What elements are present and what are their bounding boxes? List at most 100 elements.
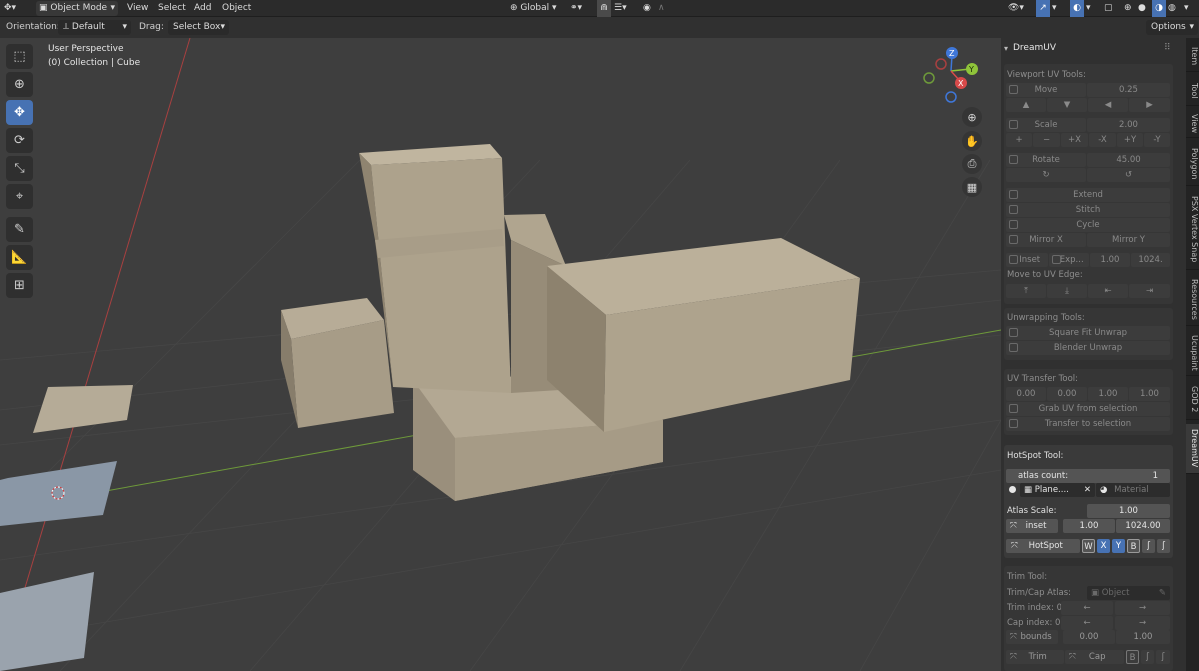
trim-curve-alt-icon[interactable]: ʃ <box>1156 650 1170 664</box>
curve-toggle-icon[interactable]: ʃ <box>1142 539 1155 553</box>
trim-button[interactable]: ⤧ Trim <box>1006 650 1064 664</box>
move-left-button[interactable]: ◀ <box>1088 98 1128 112</box>
snap-icon[interactable]: ⋒ <box>597 0 611 17</box>
pan-hand-icon[interactable]: ✋ <box>962 131 982 151</box>
edge-bottom-button[interactable]: ⤓ <box>1047 284 1087 298</box>
wireframe-shading-icon[interactable]: ⊕ <box>1124 0 1132 17</box>
menu-view[interactable]: View <box>127 0 148 17</box>
toggle-w[interactable]: W <box>1082 539 1095 553</box>
scale-plus-button[interactable]: + <box>1006 133 1032 147</box>
annotate-tool-icon[interactable]: ✎ <box>6 217 33 242</box>
stitch-button[interactable]: Stitch <box>1006 203 1170 217</box>
transfer-value-field[interactable]: 1.00 <box>1129 387 1170 401</box>
expand-value-field[interactable]: 1024. <box>1131 253 1170 267</box>
curve-alt-toggle-icon[interactable]: ʃ <box>1157 539 1170 553</box>
trim-toggle-b[interactable]: B <box>1126 650 1139 664</box>
add-cube-tool-icon[interactable]: ⊞ <box>6 273 33 298</box>
extend-button[interactable]: Extend <box>1006 188 1170 202</box>
transform-tool-icon[interactable]: ⌖ <box>6 184 33 209</box>
overlay-toggle-icon[interactable]: ◐ <box>1070 0 1084 17</box>
menu-object[interactable]: Object <box>222 0 251 17</box>
cap-index-prev[interactable]: ← <box>1061 616 1113 630</box>
edge-top-button[interactable]: ⤒ <box>1006 284 1046 298</box>
move-right-button[interactable]: ▶ <box>1129 98 1170 112</box>
transfer-value-field[interactable]: 0.00 <box>1047 387 1087 401</box>
scale-plus-y-button[interactable]: +Y <box>1117 133 1143 147</box>
drag-handle-icon[interactable]: ⠿ <box>1164 43 1171 53</box>
move-down-button[interactable]: ▼ <box>1047 98 1087 112</box>
material-shading-icon[interactable]: ◑ <box>1152 0 1166 17</box>
close-icon[interactable]: ✕ <box>1084 483 1091 497</box>
toggle-b[interactable]: B <box>1127 539 1140 553</box>
zoom-icon[interactable]: ⊕ <box>962 107 982 127</box>
transfer-selection-button[interactable]: Transfer to selection <box>1006 417 1170 431</box>
select-box-icon[interactable]: ⬚ <box>6 44 33 69</box>
plane-selector[interactable]: ▦ Plane.... ✕ <box>1020 483 1095 497</box>
rotate-button[interactable]: Rotate <box>1006 153 1086 167</box>
atlas-scale-field[interactable]: 1.00 <box>1087 504 1170 518</box>
transfer-value-field[interactable]: 0.00 <box>1006 387 1046 401</box>
tab-psx-vertex-snap[interactable]: PSX Vertex Snap <box>1186 190 1199 270</box>
xray-icon[interactable]: ▢ <box>1104 0 1113 17</box>
rotate-tool-icon[interactable]: ⟳ <box>6 128 33 153</box>
cycle-button[interactable]: Cycle <box>1006 218 1170 232</box>
blender-unwrap-button[interactable]: Blender Unwrap <box>1006 341 1170 355</box>
menu-add[interactable]: Add <box>194 0 211 17</box>
solid-shading-icon[interactable]: ● <box>1138 0 1146 17</box>
measure-tool-icon[interactable]: 📐 <box>6 245 33 270</box>
atlas-count-field[interactable]: atlas count: 1 <box>1006 469 1170 483</box>
mirror-x-button[interactable]: Mirror X <box>1006 233 1086 247</box>
scale-plus-x-button[interactable]: +X <box>1061 133 1088 147</box>
trim-curve-icon[interactable]: ʃ <box>1141 650 1154 664</box>
toggle-x[interactable]: X <box>1097 539 1110 553</box>
drag-dropdown[interactable]: Select Box ▾ <box>168 20 229 35</box>
rendered-shading-icon[interactable]: ◍ <box>1168 0 1176 17</box>
rotate-ccw-button[interactable]: ↺ <box>1087 168 1170 182</box>
mode-selector[interactable]: ▣ Object Mode ▾ <box>36 1 118 16</box>
collapse-chevron-icon[interactable]: ▾ <box>1004 44 1008 53</box>
gizmo-dropdown-icon[interactable]: ▾ <box>1052 0 1057 17</box>
inset-value-field[interactable]: 1.00 <box>1090 253 1130 267</box>
scale-button[interactable]: Scale <box>1006 118 1086 132</box>
edge-right-button[interactable]: ⇥ <box>1129 284 1170 298</box>
scale-minus-y-button[interactable]: -Y <box>1144 133 1170 147</box>
tab-god2[interactable]: GOD 2 <box>1186 380 1199 420</box>
falloff-icon[interactable]: ∧ <box>658 0 665 17</box>
snap-target-icon[interactable]: ☰▾ <box>614 0 627 17</box>
scale-minus-button[interactable]: − <box>1033 133 1060 147</box>
shading-dropdown-icon[interactable]: ▾ <box>1184 0 1189 17</box>
navigation-gizmo[interactable]: Z Y X <box>918 43 984 109</box>
move-button[interactable]: Move <box>1006 83 1086 97</box>
inset-a-field[interactable]: 1.00 <box>1063 519 1115 533</box>
cursor-tool-icon[interactable]: ⊕ <box>6 72 33 97</box>
options-dropdown[interactable]: Options ▾ <box>1146 20 1198 35</box>
cap-index-next[interactable]: → <box>1115 616 1170 630</box>
grab-uv-button[interactable]: Grab UV from selection <box>1006 402 1170 416</box>
transform-orientation[interactable]: ⊕ Global ▾ <box>510 0 557 17</box>
hotspot-button[interactable]: ⤧ HotSpot <box>1006 539 1080 553</box>
scale-value-field[interactable]: 2.00 <box>1087 118 1170 132</box>
pivot-icon[interactable]: ⚭▾ <box>570 0 582 17</box>
material-selector[interactable]: ◕ Material <box>1096 483 1170 497</box>
edge-left-button[interactable]: ⇤ <box>1088 284 1128 298</box>
inset-button[interactable]: Inset <box>1006 253 1048 267</box>
tab-ucupaint[interactable]: Ucupaint <box>1186 330 1199 376</box>
proportional-edit-icon[interactable]: ◉ <box>643 0 651 17</box>
editor-type-icon[interactable]: ✥▾ <box>4 0 16 17</box>
perspective-grid-icon[interactable]: ▦ <box>962 177 982 197</box>
move-value-field[interactable]: 0.25 <box>1087 83 1170 97</box>
rotate-value-field[interactable]: 45.00 <box>1087 153 1170 167</box>
overlay-dropdown-icon[interactable]: ▾ <box>1086 0 1091 17</box>
tab-dreamuv[interactable]: DreamUV <box>1186 424 1199 474</box>
menu-select[interactable]: Select <box>158 0 186 17</box>
bounds-b-field[interactable]: 1.00 <box>1116 630 1170 644</box>
tab-item[interactable]: Item <box>1186 42 1199 72</box>
transfer-value-field[interactable]: 1.00 <box>1088 387 1128 401</box>
square-fit-unwrap-button[interactable]: Square Fit Unwrap <box>1006 326 1170 340</box>
trim-object-selector[interactable]: ▣ Object ✎ <box>1087 586 1170 600</box>
mirror-y-button[interactable]: Mirror Y <box>1087 233 1170 247</box>
orientation-dropdown[interactable]: ⟂ Default ▾ <box>58 20 131 35</box>
trim-index-next[interactable]: → <box>1115 601 1170 615</box>
tab-polygon[interactable]: Polygon <box>1186 142 1199 186</box>
expand-button[interactable]: Exp... <box>1049 253 1089 267</box>
